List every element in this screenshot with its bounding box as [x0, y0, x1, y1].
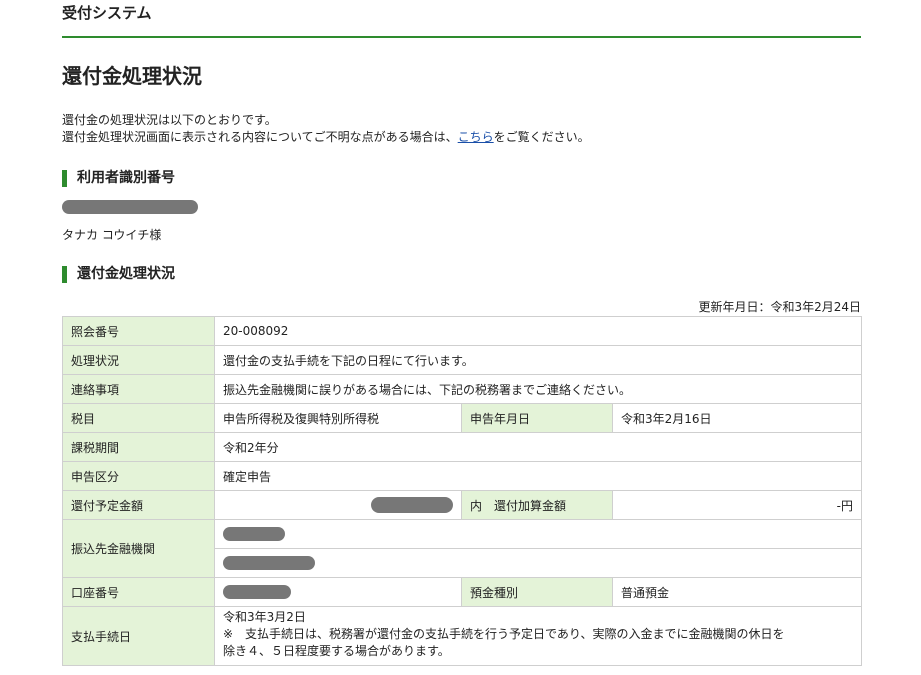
- masked-refund-amount: [371, 497, 453, 513]
- filing-date-label: 申告年月日: [461, 403, 613, 433]
- payment-note-line-2: 除き４、５日程度要する場合があります。: [223, 643, 450, 658]
- table-row: 支払手続日 令和3年3月2日 ※ 支払手続日は、税務署が還付金の支払手続を行う予…: [62, 606, 863, 666]
- intro-line-2-tail: をご覧ください。: [493, 130, 590, 144]
- payment-note-line-1: ※ 支払手続日は、税務署が還付金の支払手続を行う予定日であり、実際の入金までに金…: [223, 626, 785, 641]
- account-no-value: [214, 577, 462, 607]
- payment-date-value: 令和3年3月2日: [223, 609, 306, 624]
- payment-date-cell: 令和3年3月2日 ※ 支払手続日は、税務署が還付金の支払手続を行う予定日であり、…: [213, 606, 863, 666]
- filing-date-value: 令和3年2月16日: [611, 403, 863, 433]
- intro-line-2-text: 還付金処理状況画面に表示される内容についてご不明な点がある場合は、: [62, 130, 458, 144]
- page-title: 還付金処理状況: [62, 64, 202, 88]
- refund-status-heading: 還付金処理状況: [62, 266, 175, 283]
- intro-line-1: 還付金の処理状況は以下のとおりです。: [62, 113, 277, 127]
- updated-date: 更新年月日：令和3年2月24日: [698, 300, 861, 314]
- bank-name-value: [213, 519, 863, 549]
- help-link[interactable]: こちら: [458, 130, 494, 144]
- table-row: 申告区分 確定申告: [62, 461, 863, 491]
- inquiry-no-value: 20-008092: [213, 316, 863, 346]
- page: 受付システム 還付金処理状況 還付金の処理状況は以下のとおりです。 還付金処理状…: [0, 0, 921, 675]
- tax-period-value: 令和2年分: [213, 432, 863, 462]
- table-row: 処理状況 還付金の支払手続を下記の日程にて行います。: [62, 345, 863, 375]
- status-value: 還付金の支払手続を下記の日程にて行います。: [213, 345, 863, 375]
- refund-add-value: -円: [611, 490, 863, 520]
- masked-bank-branch: [223, 556, 315, 571]
- user-id-heading: 利用者識別番号: [62, 170, 175, 187]
- intro-line-2: 還付金処理状況画面に表示される内容についてご不明な点がある場合は、こちらをご覧く…: [62, 129, 590, 146]
- header-bar: 受付システム: [62, 0, 861, 38]
- refund-amount-value: [214, 490, 462, 520]
- user-name: タナカ コウイチ様: [62, 228, 162, 242]
- masked-bank-name: [223, 527, 285, 542]
- contact-value: 振込先金融機関に誤りがある場合には、下記の税務署までご連絡ください。: [213, 374, 863, 404]
- filing-type-value: 確定申告: [213, 461, 863, 491]
- table-row: 課税期間 令和2年分: [62, 432, 863, 462]
- intro-text: 還付金の処理状況は以下のとおりです。 還付金処理状況画面に表示される内容について…: [62, 112, 590, 146]
- table-row: 還付予定金額 内 還付加算金額 -円: [62, 490, 863, 520]
- filing-type-label: 申告区分: [62, 461, 215, 491]
- table-row: 連絡事項 振込先金融機関に誤りがある場合には、下記の税務署までご連絡ください。: [62, 374, 863, 404]
- table-row: 口座番号 預金種別 普通預金: [62, 577, 863, 607]
- system-title: 受付システム: [62, 4, 152, 22]
- inquiry-no-label: 照会番号: [62, 316, 215, 346]
- masked-account-no: [223, 585, 291, 600]
- status-label: 処理状況: [62, 345, 215, 375]
- refund-add-label: 内 還付加算金額: [461, 490, 613, 520]
- contact-label: 連絡事項: [62, 374, 215, 404]
- refund-status-table: 照会番号 20-008092 処理状況 還付金の支払手続を下記の日程にて行います…: [62, 316, 863, 666]
- account-no-label: 口座番号: [62, 577, 215, 607]
- table-row: 税目 申告所得税及復興特別所得税 申告年月日 令和3年2月16日: [62, 403, 863, 433]
- bank-branch-value: [213, 548, 863, 578]
- deposit-type-value: 普通預金: [611, 577, 863, 607]
- payment-date-label: 支払手続日: [62, 606, 215, 666]
- table-row: 照会番号 20-008092: [62, 316, 863, 346]
- bank-label: 振込先金融機関: [62, 519, 215, 578]
- deposit-type-label: 預金種別: [461, 577, 613, 607]
- table-row: 振込先金融機関: [62, 519, 863, 578]
- refund-amount-label: 還付予定金額: [62, 490, 215, 520]
- tax-item-value: 申告所得税及復興特別所得税: [214, 403, 462, 433]
- tax-item-label: 税目: [62, 403, 215, 433]
- masked-user-id: [62, 200, 198, 214]
- tax-period-label: 課税期間: [62, 432, 215, 462]
